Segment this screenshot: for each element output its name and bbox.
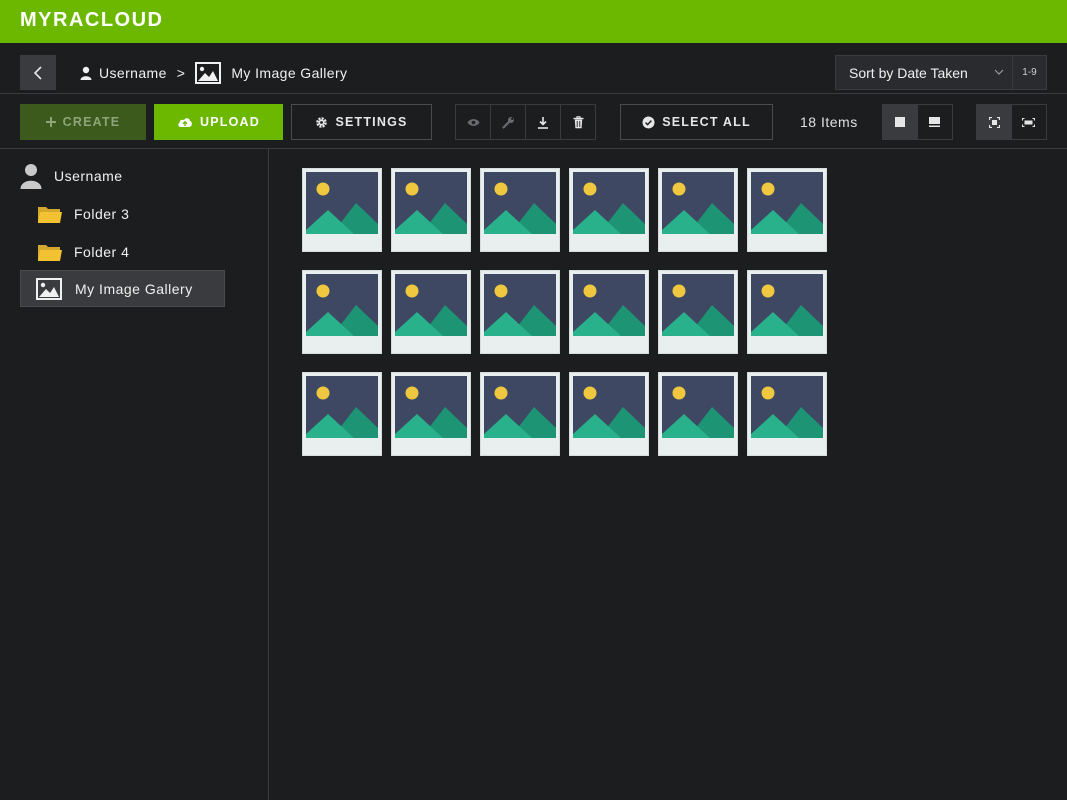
trash-icon: [573, 115, 583, 128]
image-placeholder-icon: [306, 376, 378, 438]
user-icon: [80, 66, 92, 80]
breadcrumb: Username > My Image Gallery: [80, 62, 347, 84]
thumbnail-size-group: [882, 104, 953, 140]
gallery-thumbnail[interactable]: [747, 168, 827, 252]
sidebar-item-my-image-gallery[interactable]: My Image Gallery: [20, 270, 225, 307]
gallery-thumbnail[interactable]: [747, 372, 827, 456]
image-placeholder-icon: [484, 274, 556, 336]
select-all-button[interactable]: SELECT ALL: [620, 104, 773, 140]
sort-selected-value: Sort by Date Taken: [849, 64, 968, 81]
image-placeholder-icon: [395, 274, 467, 336]
create-label: CREATE: [62, 115, 121, 129]
toolbar-divider: [0, 148, 1067, 149]
image-placeholder-icon: [395, 172, 467, 234]
image-icon: [195, 62, 222, 84]
back-button[interactable]: [20, 55, 56, 90]
image-placeholder-icon: [573, 274, 645, 336]
page-range[interactable]: 1-9: [1012, 55, 1047, 90]
image-placeholder-icon: [573, 172, 645, 234]
chevron-down-icon: [994, 68, 1004, 76]
download-button[interactable]: [526, 105, 561, 139]
fit-screen-icon: [988, 116, 1000, 128]
gallery-thumbnail[interactable]: [658, 168, 738, 252]
wrench-icon: [501, 116, 514, 129]
gallery-thumbnail[interactable]: [747, 270, 827, 354]
app-logo[interactable]: MYRACLOUD: [20, 9, 164, 32]
sidebar-divider: [268, 149, 269, 800]
sidebar-folder-label: Folder 4: [74, 244, 130, 260]
image-placeholder-icon: [306, 172, 378, 234]
image-placeholder-icon: [751, 172, 823, 234]
gallery-thumbnail[interactable]: [302, 270, 382, 354]
image-placeholder-icon: [662, 172, 734, 234]
sidebar-item-folder-4[interactable]: Folder 4: [38, 239, 129, 265]
breadcrumb-separator: >: [176, 65, 186, 81]
image-placeholder-icon: [395, 376, 467, 438]
image-icon: [36, 277, 62, 300]
folder-icon: [38, 243, 62, 262]
sidebar-user-label: Username: [54, 168, 123, 184]
download-icon: [538, 116, 548, 129]
gallery-thumbnail[interactable]: [658, 372, 738, 456]
gallery-thumbnail[interactable]: [391, 168, 471, 252]
cloud-upload-icon: [177, 116, 193, 128]
create-button[interactable]: CREATE: [20, 104, 146, 140]
folder-icon: [38, 205, 62, 224]
image-placeholder-icon: [306, 274, 378, 336]
settings-label: SETTINGS: [335, 115, 408, 129]
upload-label: UPLOAD: [200, 115, 260, 129]
sidebar-item-user[interactable]: Username: [20, 162, 123, 190]
file-actions-group: [455, 104, 596, 140]
eye-icon: [467, 118, 479, 126]
chevron-left-icon: [33, 65, 42, 80]
select-all-label: SELECT ALL: [662, 115, 751, 129]
gallery-thumbnail[interactable]: [302, 168, 382, 252]
image-placeholder-icon: [662, 376, 734, 438]
gallery-thumbnail[interactable]: [569, 270, 649, 354]
header-divider: [0, 93, 1067, 94]
gallery-thumbnail[interactable]: [480, 168, 560, 252]
image-grid: [302, 168, 832, 456]
settings-button[interactable]: SETTINGS: [291, 104, 432, 140]
fill-width-icon: [1022, 117, 1036, 127]
plus-icon: [45, 117, 56, 127]
sidebar-gallery-label: My Image Gallery: [75, 280, 193, 297]
gallery-thumbnail[interactable]: [480, 372, 560, 456]
preview-button[interactable]: [456, 105, 491, 139]
fit-view-button[interactable]: [977, 105, 1012, 139]
square-icon: [895, 117, 906, 127]
square-view-button[interactable]: [883, 105, 918, 139]
sidebar-item-folder-3[interactable]: Folder 3: [38, 201, 129, 227]
user-icon: [20, 163, 42, 189]
delete-button[interactable]: [561, 105, 595, 139]
gallery-thumbnail[interactable]: [302, 372, 382, 456]
gallery-thumbnail[interactable]: [658, 270, 738, 354]
fill-view-button[interactable]: [1012, 105, 1047, 139]
fit-mode-group: [976, 104, 1047, 140]
items-count: 18 Items: [800, 114, 858, 130]
image-placeholder-icon: [573, 376, 645, 438]
caption-view-button[interactable]: [918, 105, 953, 139]
breadcrumb-current: My Image Gallery: [231, 65, 348, 81]
edit-button[interactable]: [491, 105, 526, 139]
image-placeholder-icon: [662, 274, 734, 336]
image-placeholder-icon: [484, 376, 556, 438]
gallery-thumbnail[interactable]: [480, 270, 560, 354]
image-placeholder-icon: [751, 376, 823, 438]
sort-dropdown[interactable]: Sort by Date Taken: [835, 55, 1013, 90]
top-bar: MYRACLOUD: [0, 0, 1067, 43]
sidebar-folder-label: Folder 3: [74, 206, 130, 222]
gallery-thumbnail[interactable]: [569, 372, 649, 456]
image-placeholder-icon: [751, 274, 823, 336]
gallery-thumbnail[interactable]: [569, 168, 649, 252]
gear-icon: [315, 116, 328, 129]
image-caption-icon: [929, 117, 941, 127]
check-circle-icon: [642, 116, 655, 129]
breadcrumb-user-link[interactable]: Username: [99, 65, 167, 81]
gallery-thumbnail[interactable]: [391, 372, 471, 456]
gallery-thumbnail[interactable]: [391, 270, 471, 354]
image-placeholder-icon: [484, 172, 556, 234]
upload-button[interactable]: UPLOAD: [154, 104, 283, 140]
